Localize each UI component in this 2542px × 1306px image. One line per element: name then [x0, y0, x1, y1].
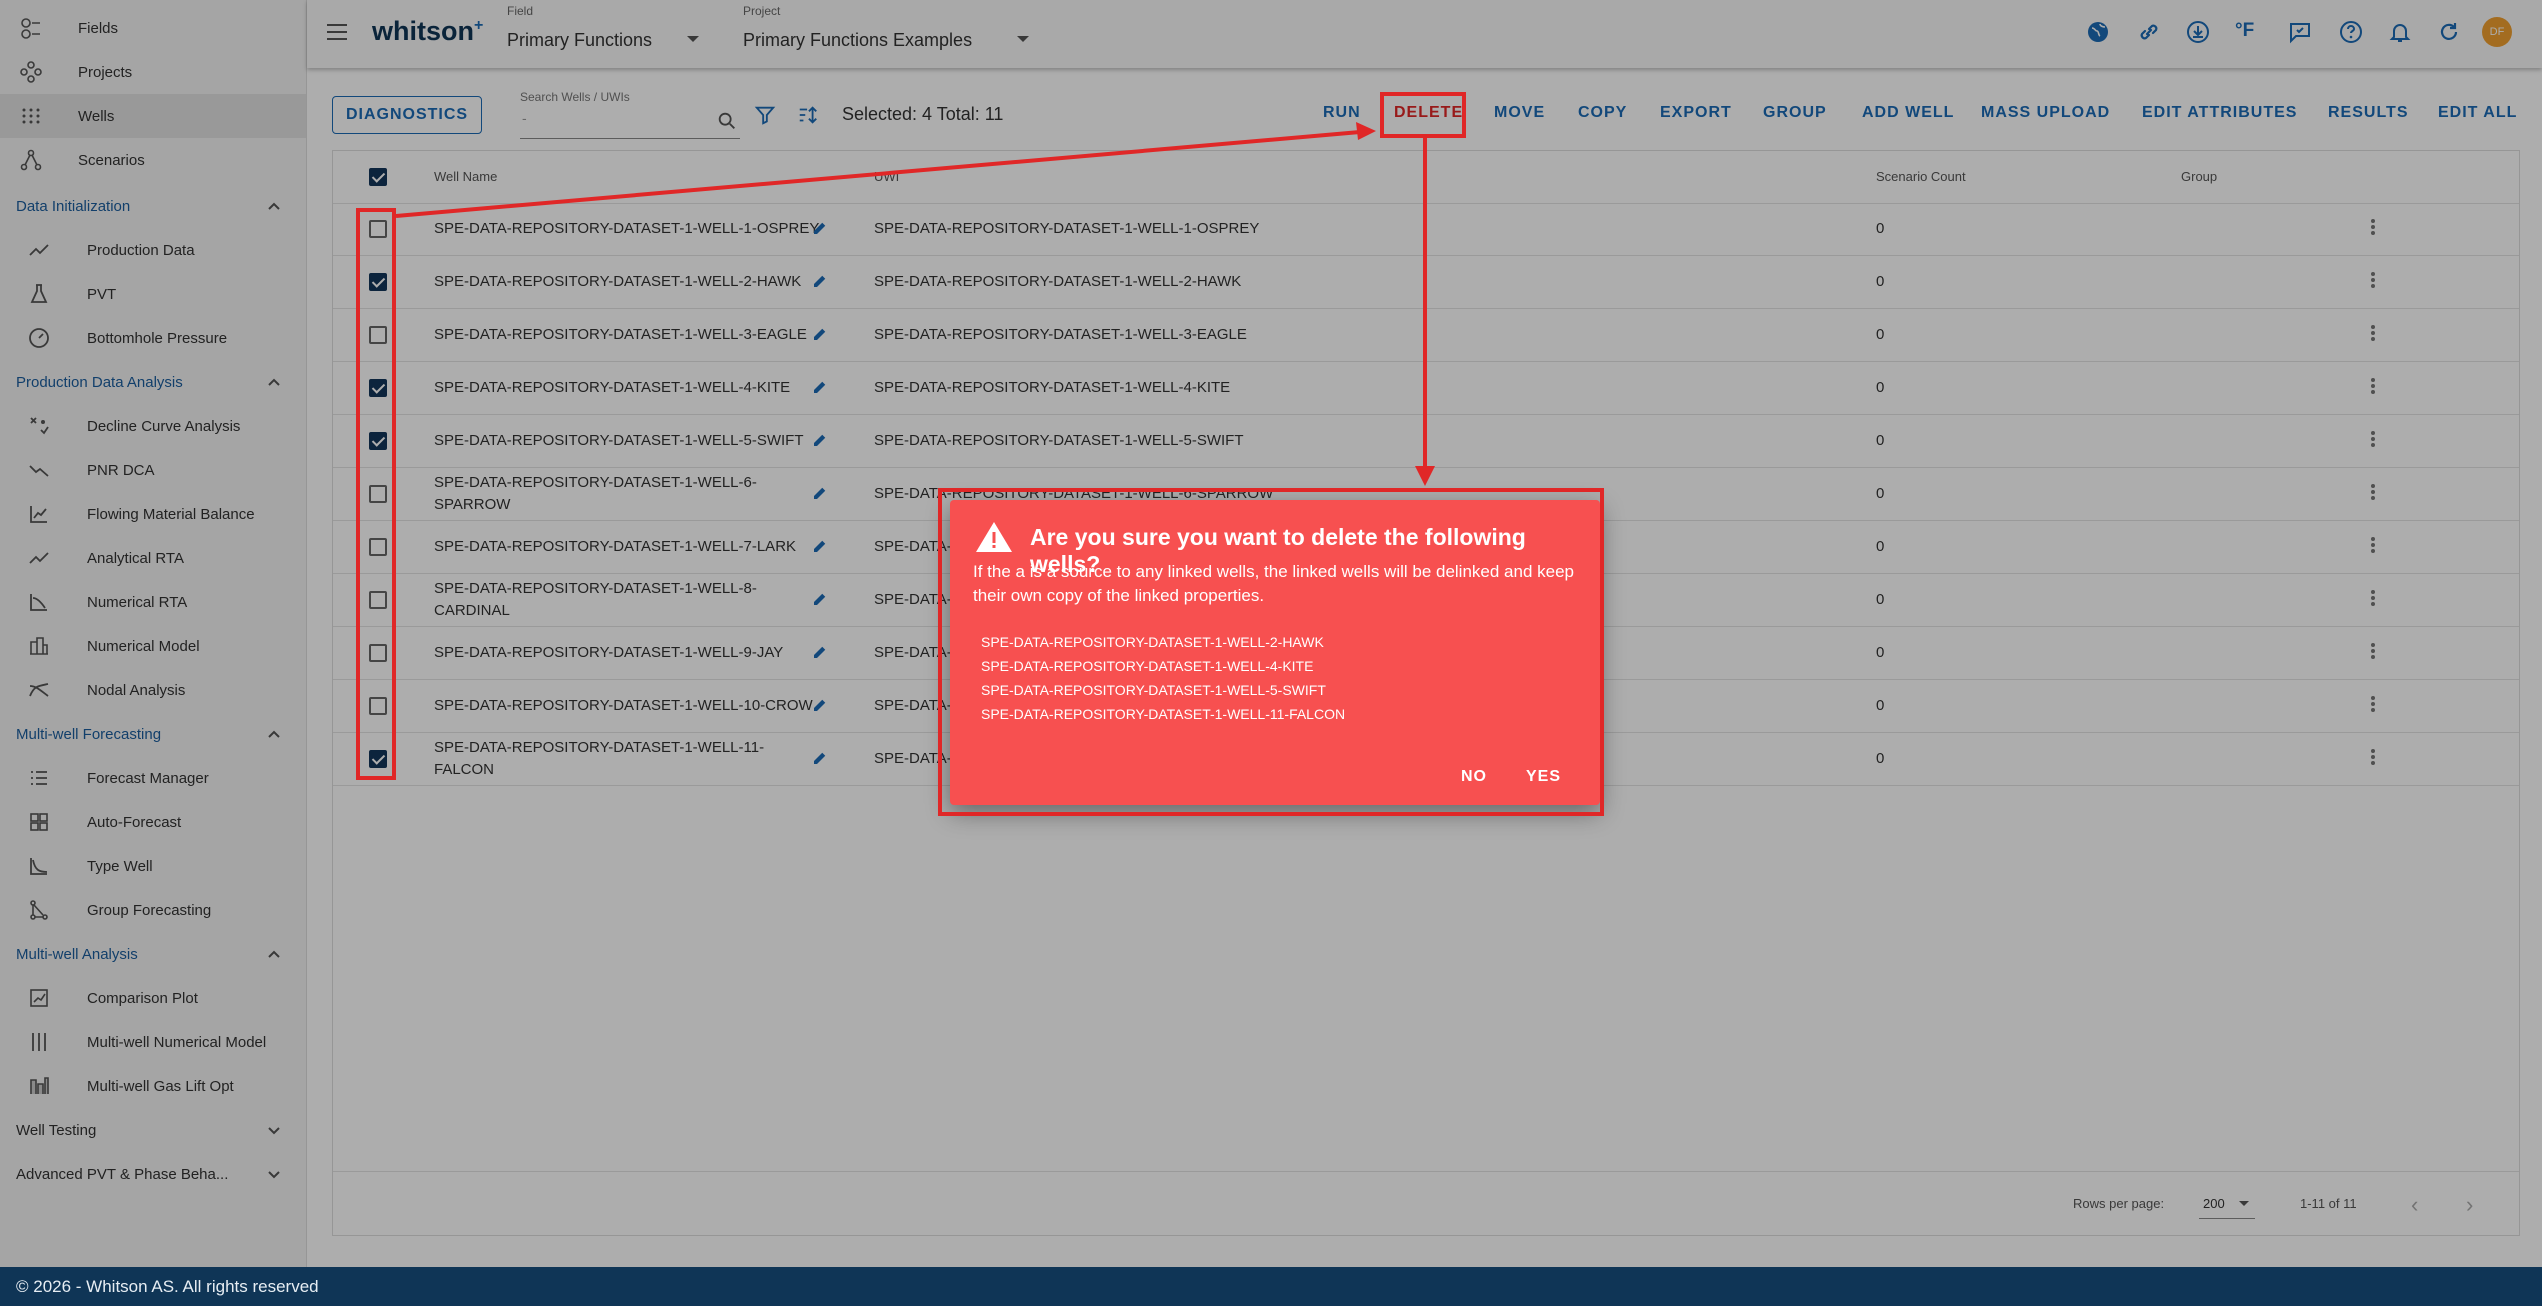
footer: © 2026 - Whitson AS. All rights reserved: [0, 1267, 2542, 1306]
copyright-text: © 2026 - Whitson AS. All rights reserved: [16, 1276, 319, 1296]
annotation-arrows: [395, 122, 1435, 486]
